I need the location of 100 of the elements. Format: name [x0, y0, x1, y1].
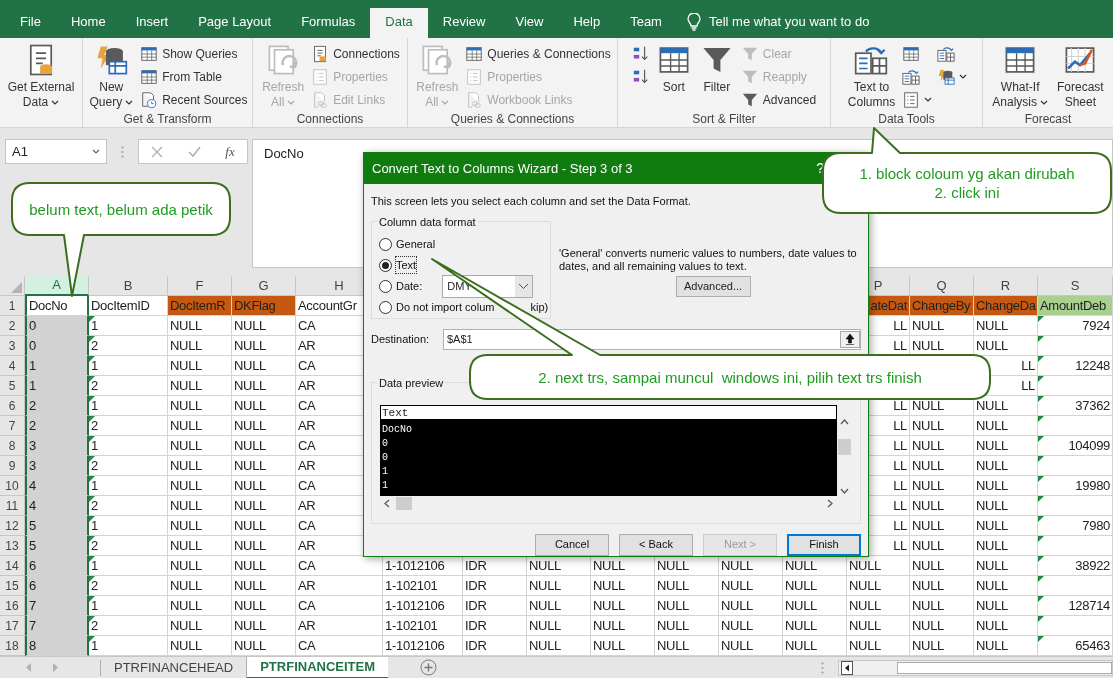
dialog-button[interactable]: Finish — [787, 533, 861, 556]
row-header[interactable]: 18 — [0, 636, 25, 656]
column-header[interactable]: F — [168, 276, 232, 296]
radio-label[interactable]: General — [396, 235, 436, 253]
ribbon-tab[interactable]: File — [5, 8, 56, 38]
ribbon-button[interactable]: Recent Sources — [140, 89, 248, 110]
check-icon[interactable] — [187, 145, 201, 158]
name-box[interactable]: A1 — [5, 139, 107, 164]
radio-button[interactable] — [379, 237, 392, 251]
ribbon-tab[interactable]: Team — [615, 8, 677, 38]
scrollbar-thumb[interactable] — [838, 439, 851, 455]
clock-icon — [140, 90, 159, 109]
radio-label[interactable]: Text — [396, 256, 417, 274]
ribbon-button[interactable]: Connections — [311, 43, 400, 64]
ribbon-button[interactable]: Text to Columns — [845, 43, 898, 110]
table-cell: 8 — [25, 636, 89, 656]
ribbon-tab[interactable]: Home — [55, 8, 121, 38]
ribbon-button[interactable]: Sort — [654, 43, 693, 95]
dialog-button[interactable]: < Back — [619, 533, 693, 556]
row-header[interactable]: 14 — [0, 556, 25, 576]
ribbon-button[interactable]: Forecast Sheet — [1055, 43, 1106, 110]
table-cell: NULL — [168, 636, 232, 656]
row-header[interactable]: 4 — [0, 356, 25, 376]
column-header[interactable]: G — [232, 276, 296, 296]
column-header[interactable]: Q — [910, 276, 974, 296]
scroll-up-icon[interactable] — [840, 418, 849, 425]
radio-button[interactable] — [379, 279, 392, 293]
table-cell: NULL — [168, 576, 232, 596]
dialog-button[interactable]: Cancel — [535, 533, 609, 556]
ribbon-tab[interactable]: View — [500, 8, 559, 38]
row-header[interactable]: 15 — [0, 576, 25, 596]
ribbon-button[interactable]: Queries & Connections — [465, 43, 611, 64]
row-header[interactable]: 5 — [0, 376, 25, 396]
caret-icon — [92, 148, 100, 155]
destination-field[interactable]: $A$1 — [443, 328, 861, 350]
scrollbar-thumb[interactable] — [897, 661, 1112, 674]
radio-label[interactable]: kip) — [530, 298, 549, 316]
row-header[interactable]: 12 — [0, 516, 25, 536]
ribbon-tab[interactable]: Review — [427, 8, 501, 38]
add-sheet-icon[interactable] — [420, 659, 438, 676]
insert-function-button[interactable]: fx — [225, 141, 235, 162]
ribbon-button[interactable]: What-If Analysis — [990, 43, 1050, 110]
scroll-right-icon[interactable] — [827, 498, 833, 508]
scroll-left-icon[interactable] — [841, 660, 853, 675]
ribbon-button[interactable]: Get External Data — [5, 43, 77, 110]
scroll-left-icon[interactable] — [384, 498, 390, 508]
row-header[interactable]: 11 — [0, 496, 25, 516]
row-header[interactable]: 16 — [0, 596, 25, 616]
table-cell: IDR — [463, 556, 527, 576]
ribbon-tab[interactable]: Data — [370, 8, 428, 38]
table-cell: NULL — [168, 336, 232, 356]
table-cell: NULL — [655, 576, 719, 596]
list-icon — [465, 67, 484, 86]
row-header[interactable]: 10 — [0, 476, 25, 496]
ribbon-button[interactable]: Advanced — [740, 89, 817, 110]
ribbon-tab[interactable]: Help — [558, 8, 616, 38]
radio-button[interactable] — [379, 258, 392, 272]
row-header[interactable]: 2 — [0, 316, 25, 336]
ribbon-button[interactable]: From Table — [140, 66, 248, 87]
ribbon-button[interactable] — [902, 89, 933, 110]
ribbon-button[interactable]: New Query — [87, 43, 136, 110]
table-cell: 1-102101 — [383, 616, 463, 636]
ribbon-tab[interactable]: Page Layout — [183, 8, 287, 38]
column-header[interactable]: S — [1038, 276, 1113, 296]
table-cell: 1-1012106 — [383, 596, 463, 616]
table-cell: NULL — [168, 496, 232, 516]
ribbon-tab[interactable]: Insert — [120, 8, 184, 38]
tell-me-search[interactable]: Tell me what you want to do — [708, 11, 870, 32]
scroll-down-icon[interactable] — [840, 487, 849, 494]
table-cell: 2 — [25, 396, 89, 416]
table-cell: CA — [296, 596, 383, 616]
row-header[interactable]: 13 — [0, 536, 25, 556]
column-header[interactable]: A — [25, 276, 89, 296]
horizontal-scrollbar[interactable] — [838, 659, 1113, 676]
sheet-tab[interactable]: PTRFINANCEITEM — [247, 656, 389, 678]
column-header[interactable]: R — [974, 276, 1038, 296]
row-header[interactable]: 8 — [0, 436, 25, 456]
row-header[interactable]: 1 — [0, 296, 25, 316]
advanced-button[interactable]: Advanced... — [675, 275, 751, 297]
table-cell: CA — [296, 636, 383, 656]
row-header[interactable]: 6 — [0, 396, 25, 416]
radio-button[interactable] — [379, 300, 392, 314]
row-header[interactable]: 9 — [0, 456, 25, 476]
ribbon-button[interactable]: Filter — [697, 43, 736, 95]
radio-label[interactable]: Do not import colum — [396, 298, 495, 316]
help-button[interactable]: ? — [816, 158, 824, 179]
row-header[interactable]: 17 — [0, 616, 25, 636]
scrollbar-thumb[interactable] — [396, 496, 412, 510]
table-cell: NULL — [168, 516, 232, 536]
table-cell: 1 — [25, 356, 89, 376]
column-header[interactable]: B — [89, 276, 168, 296]
ribbon-tab[interactable]: Formulas — [286, 8, 371, 38]
intro-text: This screen lets you select each column and set the Data Format. — [371, 194, 692, 209]
row-header[interactable]: 7 — [0, 416, 25, 436]
table-cell: NULL — [655, 636, 719, 656]
radio-label[interactable]: Date: — [396, 277, 423, 295]
table-cell: NULL — [719, 596, 783, 616]
row-header[interactable]: 3 — [0, 336, 25, 356]
collapse-dialog-icon[interactable] — [840, 330, 860, 348]
ribbon-button[interactable]: Show Queries — [140, 43, 248, 64]
